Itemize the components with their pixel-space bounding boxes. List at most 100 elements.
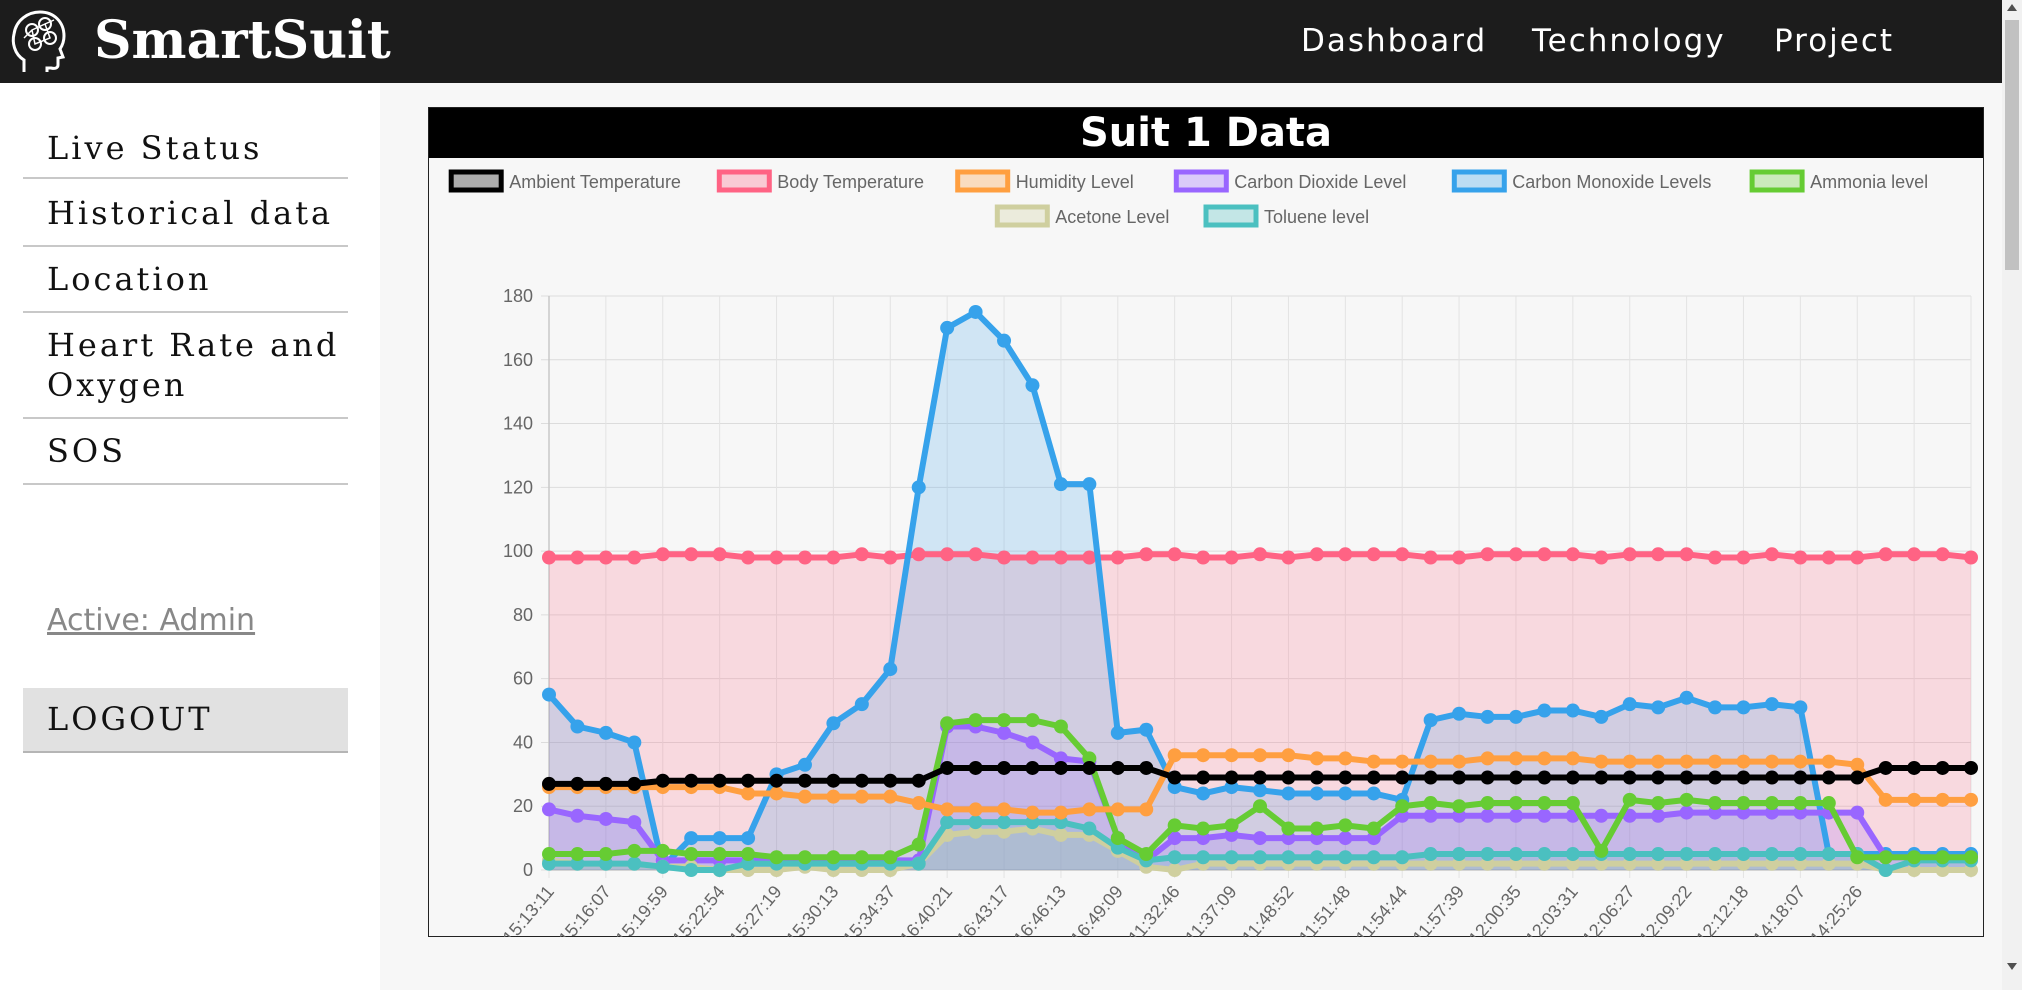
data-point[interactable] (826, 716, 841, 731)
data-point[interactable] (1309, 547, 1324, 562)
data-point[interactable] (1708, 700, 1723, 715)
data-point[interactable] (741, 773, 756, 788)
data-point[interactable] (1622, 754, 1637, 769)
data-point[interactable] (1110, 760, 1125, 775)
data-point[interactable] (1878, 863, 1893, 877)
data-point[interactable] (1622, 697, 1637, 712)
data-point[interactable] (1338, 831, 1353, 846)
data-point[interactable] (684, 831, 699, 846)
data-point[interactable] (627, 735, 642, 750)
data-point[interactable] (1366, 547, 1381, 562)
data-point[interactable] (940, 547, 955, 562)
data-point[interactable] (1281, 748, 1296, 763)
data-point[interactable] (1793, 796, 1808, 811)
data-point[interactable] (655, 843, 670, 858)
data-point[interactable] (883, 789, 898, 804)
data-point[interactable] (1053, 805, 1068, 820)
data-point[interactable] (1423, 770, 1438, 785)
active-user-link[interactable]: Active: Admin (47, 603, 255, 638)
data-point[interactable] (1452, 706, 1467, 721)
data-point[interactable] (1395, 850, 1410, 865)
data-point[interactable] (1935, 792, 1950, 807)
data-point[interactable] (769, 786, 784, 801)
data-point[interactable] (1196, 786, 1211, 801)
data-point[interactable] (1167, 748, 1182, 763)
sidebar-item-heart-rate-oxygen[interactable]: Heart Rate and Oxygen (23, 315, 348, 419)
data-point[interactable] (598, 847, 613, 862)
data-point[interactable] (1508, 796, 1523, 811)
data-point[interactable] (1736, 796, 1751, 811)
data-point[interactable] (1508, 547, 1523, 562)
data-point[interactable] (1025, 378, 1040, 393)
data-point[interactable] (1452, 847, 1467, 862)
data-point[interactable] (741, 550, 756, 565)
data-point[interactable] (1253, 799, 1267, 814)
data-point[interactable] (797, 550, 812, 565)
data-point[interactable] (684, 863, 699, 877)
data-point[interactable] (1338, 770, 1353, 785)
data-point[interactable] (1594, 808, 1609, 823)
data-point[interactable] (542, 687, 556, 702)
data-point[interactable] (1082, 760, 1097, 775)
data-point[interactable] (655, 859, 670, 874)
data-point[interactable] (1253, 770, 1267, 785)
data-point[interactable] (627, 843, 642, 858)
logout-button[interactable]: LOGOUT (23, 688, 348, 753)
data-point[interactable] (1679, 547, 1694, 562)
data-point[interactable] (1395, 547, 1410, 562)
data-point[interactable] (911, 796, 926, 811)
data-point[interactable] (1622, 847, 1637, 862)
data-point[interactable] (911, 773, 926, 788)
data-point[interactable] (1423, 713, 1438, 728)
data-point[interactable] (1395, 770, 1410, 785)
data-point[interactable] (1736, 754, 1751, 769)
data-point[interactable] (797, 773, 812, 788)
data-point[interactable] (1679, 690, 1694, 705)
data-point[interactable] (1452, 770, 1467, 785)
data-point[interactable] (826, 773, 841, 788)
data-point[interactable] (1964, 760, 1978, 775)
data-point[interactable] (1764, 697, 1779, 712)
data-point[interactable] (1309, 850, 1324, 865)
data-point[interactable] (911, 480, 926, 495)
nav-dashboard[interactable]: Dashboard (1301, 19, 1487, 63)
data-point[interactable] (1651, 796, 1666, 811)
scroll-up-arrow-icon[interactable] (2007, 4, 2017, 11)
data-point[interactable] (1480, 808, 1495, 823)
data-point[interactable] (1935, 760, 1950, 775)
sensor-line-chart[interactable]: Ambient Temperature Body Temperature Humid… (429, 158, 1983, 937)
data-point[interactable] (997, 802, 1012, 817)
data-point[interactable] (997, 815, 1012, 830)
data-point[interactable] (1764, 547, 1779, 562)
data-point[interactable] (911, 547, 926, 562)
data-point[interactable] (968, 713, 983, 728)
data-point[interactable] (598, 725, 613, 740)
data-point[interactable] (598, 811, 613, 826)
data-point[interactable] (570, 776, 585, 791)
data-point[interactable] (1651, 847, 1666, 862)
data-point[interactable] (1338, 547, 1353, 562)
data-point[interactable] (598, 550, 613, 565)
data-point[interactable] (1338, 850, 1353, 865)
data-point[interactable] (1651, 754, 1666, 769)
data-point[interactable] (1167, 770, 1182, 785)
data-point[interactable] (741, 786, 756, 801)
data-point[interactable] (1309, 751, 1324, 766)
data-point[interactable] (1964, 850, 1978, 865)
data-point[interactable] (627, 550, 642, 565)
data-point[interactable] (1935, 850, 1950, 865)
data-point[interactable] (1366, 850, 1381, 865)
data-point[interactable] (570, 550, 585, 565)
legend-item[interactable]: Acetone Level (994, 204, 1169, 228)
data-point[interactable] (1224, 770, 1239, 785)
data-point[interactable] (1110, 802, 1125, 817)
data-point[interactable] (1253, 748, 1267, 763)
data-point[interactable] (1764, 847, 1779, 862)
data-point[interactable] (1935, 547, 1950, 562)
data-point[interactable] (1565, 770, 1580, 785)
data-point[interactable] (1366, 770, 1381, 785)
data-point[interactable] (1508, 808, 1523, 823)
data-point[interactable] (1764, 754, 1779, 769)
data-point[interactable] (940, 320, 955, 335)
data-point[interactable] (1651, 700, 1666, 715)
